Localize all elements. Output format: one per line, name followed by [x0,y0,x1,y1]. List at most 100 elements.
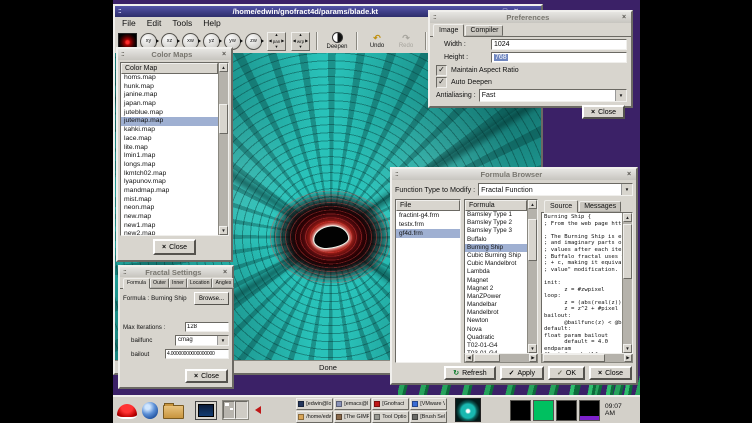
bailout-input[interactable] [165,349,229,359]
color-map-item[interactable]: homs.map [121,74,218,83]
width-input[interactable] [491,39,627,50]
color-map-item[interactable]: longs.map [121,161,218,170]
color-map-item[interactable]: japan.map [121,100,218,109]
color-map-item[interactable]: juteblue.map [121,109,218,118]
color-maps-titlebar[interactable]: :: Color Maps × [118,49,231,60]
scroll-thumb[interactable] [543,354,605,362]
vertical-scrollbar[interactable]: ▲ ▼ [527,200,537,353]
menu-item[interactable]: File [122,18,136,28]
vertical-scrollbar[interactable]: ▲ ▼ [218,63,228,235]
formula-item[interactable]: T03-01-G4 [465,350,527,353]
fractal-thumbnail-icon[interactable] [455,398,481,422]
fractal-settings-titlebar[interactable]: :: Fractal Settings × [120,267,232,277]
formula-item[interactable]: T02-01-G4 [465,342,527,350]
color-map-item[interactable]: jutemap.map [121,117,218,126]
formula-item[interactable]: Quadratic [465,334,527,342]
close-button[interactable]: × Close [153,239,196,255]
pan-up-icon[interactable]: ▲ [275,33,279,37]
taskbar-task-button[interactable]: [emacs@l [334,398,371,410]
formula-column-header[interactable]: Formula [465,200,527,211]
close-icon[interactable]: × [625,171,633,178]
taskbar-task-button[interactable]: /home/edw [296,411,333,423]
formula-source-text[interactable]: Burning Ship { ; From the web page http:… [542,213,622,353]
formula-item[interactable]: Magnet 2 [465,285,527,293]
tab[interactable]: Location [187,278,213,288]
color-map-item[interactable]: new2.map [121,230,218,235]
formula-item[interactable]: ManZPower [465,293,527,301]
pan-right-icon[interactable]: ▶ [281,39,284,43]
maintain-aspect-checkbox[interactable]: ✓ [436,65,447,76]
undo-button[interactable]: ↶ Undo [364,30,390,53]
tab[interactable]: Angles [212,278,234,288]
max-iterations-input[interactable] [185,322,229,332]
chevron-down-icon[interactable]: ▼ [615,90,626,101]
formula-item[interactable]: Mandelbrot [465,309,527,317]
window-swatch[interactable] [556,400,577,421]
horizontal-scrollbar[interactable]: ▶ [541,354,633,363]
pan-down-icon[interactable]: ▼ [275,45,279,49]
scroll-right-icon[interactable]: ▶ [624,354,632,362]
chevron-down-icon[interactable]: ▼ [621,184,632,195]
main-menu-redhat-icon[interactable] [117,404,137,419]
close-button[interactable]: × Close [582,105,625,119]
preferences-titlebar[interactable]: :: Preferences × [430,12,631,23]
scroll-track[interactable] [219,72,228,226]
scroll-down-icon[interactable]: ▼ [528,344,537,353]
tab[interactable]: Inner [169,278,187,288]
color-map-item[interactable]: lyapunov.map [121,178,218,187]
auto-deepen-checkbox[interactable]: ✓ [436,77,447,88]
scroll-thumb[interactable] [219,104,228,134]
tab[interactable]: Image [433,24,464,37]
scroll-thumb[interactable] [528,219,537,261]
window-menu-icon[interactable]: :: [121,51,124,58]
scroll-up-icon[interactable]: ▲ [528,200,537,209]
window-menu-icon[interactable]: :: [433,14,436,21]
deepen-button[interactable]: Deepen [324,30,350,53]
chevron-down-icon[interactable]: ▼ [217,336,228,345]
pan-control[interactable]: ▲ ◀pan▶ ▼ [267,32,286,51]
scroll-track[interactable] [623,222,632,344]
function-type-dropdown[interactable]: Fractal Function ▼ [478,183,633,196]
file-manager-icon[interactable] [163,405,184,419]
warp-left-icon[interactable]: ◀ [293,39,296,43]
color-map-item[interactable]: janine.map [121,91,218,100]
formula-item[interactable]: Cubic Mandelbrot [465,260,527,268]
terminal-launcher-icon[interactable] [195,401,217,420]
color-map-item[interactable]: hunk.map [121,83,218,92]
formula-item[interactable]: Barnsley Type 2 [465,219,527,227]
desktop-pager[interactable] [222,400,250,420]
taskbar-task-button[interactable]: Tool Optio [372,411,409,423]
tab[interactable]: Compiler [465,25,503,36]
menu-item[interactable]: Tools [172,18,192,28]
formula-browser-titlebar[interactable]: :: Formula Browser × [392,169,636,180]
window-menu-icon[interactable]: :: [118,8,121,15]
color-map-item[interactable]: lmin1.map [121,152,218,161]
file-column-header[interactable]: File [396,200,460,211]
window-menu-icon[interactable]: :: [123,269,126,276]
tab[interactable]: Formula [123,278,150,289]
scroll-up-icon[interactable]: ▲ [219,63,228,72]
window-menu-icon[interactable]: :: [395,171,398,178]
scroll-left-icon[interactable]: ◀ [465,354,473,362]
warp-control[interactable]: ▲ ◀wrp▶ ▼ [291,32,310,51]
scroll-track[interactable] [542,354,624,362]
refresh-button[interactable]: ↻ Refresh [444,366,495,380]
warp-down-icon[interactable]: ▼ [299,45,303,49]
taskbar-task-button[interactable]: [Gnofract [372,398,409,410]
formula-item[interactable]: Newton [465,317,527,325]
formula-item[interactable]: Lambda [465,268,527,276]
color-map-item[interactable]: kahki.map [121,126,218,135]
color-map-item[interactable]: new1.map [121,222,218,231]
warp-up-icon[interactable]: ▲ [299,33,303,37]
formula-item[interactable]: Barnsley Type 3 [465,227,527,235]
taskbar-task-button[interactable]: [Brush Sel [410,411,447,423]
rotate-axis-button[interactable]: zw [245,33,262,50]
taskbar-task-button[interactable]: [VMware V [410,398,447,410]
color-map-item[interactable]: lite.map [121,144,218,153]
close-button[interactable]: × Close [185,369,228,383]
pager-active-desktop[interactable] [223,401,236,419]
color-map-item[interactable]: lkmtch02.map [121,170,218,179]
taskbar-task-button[interactable]: [edwin@lo [296,398,333,410]
color-map-item[interactable]: new.map [121,213,218,222]
scroll-down-icon[interactable]: ▼ [623,344,632,353]
